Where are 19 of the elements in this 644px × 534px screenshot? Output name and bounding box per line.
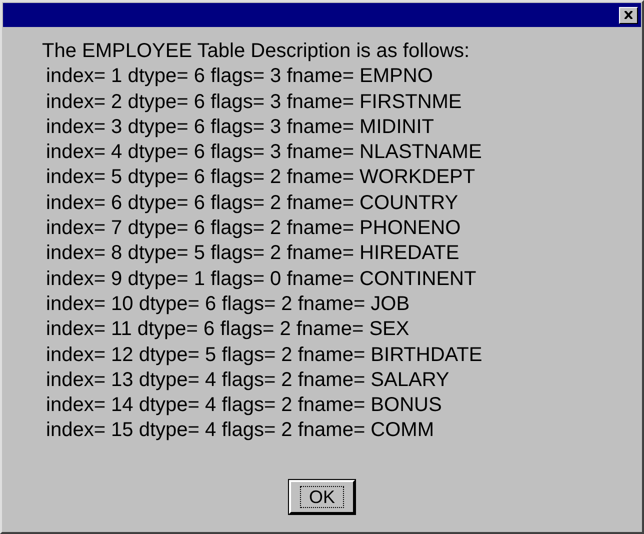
close-icon [624,11,633,19]
field-description-line: index= 10 dtype= 6 flags= 2 fname= JOB [46,292,410,317]
field-description-line: index= 9 dtype= 1 flags= 0 fname= CONTINENT [46,266,476,292]
field-description-line: index= 4 dtype= 6 flags= 3 fname= NLASTNAME [46,140,482,166]
field-description-line: index= 15 dtype= 4 flags= 2 fname= COMM [46,418,434,444]
close-button[interactable] [619,6,638,24]
field-description-line: index= 6 dtype= 6 flags= 2 fname= COUNTRY [46,190,458,216]
field-description-line: index= 1 dtype= 6 flags= 3 fname= EMPNO [46,64,433,90]
field-description-line: index= 13 dtype= 4 flags= 2 fname= SALARY [46,368,450,393]
field-description-line: index= 14 dtype= 4 flags= 2 fname= BONUS [46,393,442,418]
field-description-line: index= 11 dtype= 6 flags= 2 fname= SEX [46,317,410,342]
field-description-line: index= 2 dtype= 6 flags= 3 fname= FIRSTNME [46,90,462,115]
ok-button[interactable]: OK [289,480,355,514]
field-description-line: index= 12 dtype= 5 flags= 2 fname= BIRTHDATE [46,342,482,368]
description-heading: The EMPLOYEE Table Description is as follows: [42,39,470,64]
field-description-line: index= 5 dtype= 6 flags= 2 fname= WORKDEPT [46,165,476,190]
field-description-line: index= 8 dtype= 5 flags= 2 fname= HIREDATE [46,241,460,266]
field-description-line: index= 3 dtype= 6 flags= 3 fname= MIDINIT [46,114,434,140]
field-description-line: index= 7 dtype= 6 flags= 2 fname= PHONENO [46,216,461,242]
